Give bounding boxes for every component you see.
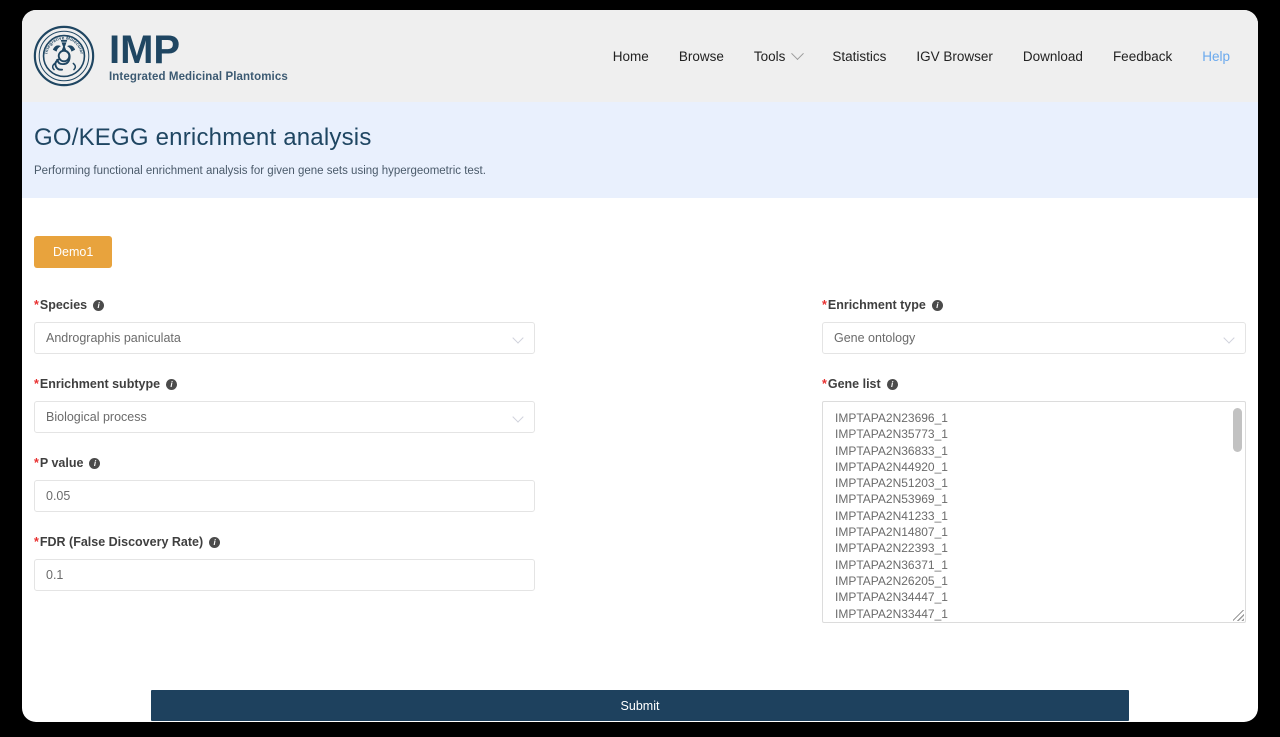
main-content: Demo1 * Species i Andrographis paniculat… — [22, 198, 1258, 721]
nav-item-feedback[interactable]: Feedback — [1098, 43, 1187, 70]
main-navigation: Home Browse Tools Statistics IGV Browser… — [598, 43, 1245, 70]
gene-list-item: IMPTAPA2N44920_1 — [835, 459, 948, 474]
chevron-down-icon — [1223, 332, 1235, 344]
p-value-text: 0.05 — [46, 489, 71, 503]
demo1-button[interactable]: Demo1 — [34, 236, 113, 268]
demo-row: Demo1 — [34, 198, 1246, 268]
gene-list-item: IMPTAPA2N26205_1 — [835, 573, 948, 588]
nav-item-statistics[interactable]: Statistics — [817, 43, 901, 70]
gene-list-item: IMPTAPA2N23696_1 — [835, 411, 948, 425]
nav-label: Help — [1202, 48, 1230, 64]
enrichment-subtype-value: Biological process — [46, 410, 147, 424]
form-column-left: * Species i Andrographis paniculata * En… — [34, 298, 535, 646]
gene-list-item: IMPTAPA2N14807_1 — [835, 525, 948, 540]
page-title: GO/KEGG enrichment analysis — [34, 124, 372, 151]
fdr-input[interactable]: 0.1 — [34, 559, 535, 591]
enrichment-type-label: * Enrichment type i — [822, 298, 1246, 312]
info-icon[interactable]: i — [886, 378, 898, 390]
gene-list-item: IMPTAPA2N36833_1 — [835, 443, 948, 458]
enrichment-subtype-select[interactable]: Biological process — [34, 401, 535, 433]
nav-label: Browse — [678, 48, 724, 64]
brand-text: IMP Integrated Medicinal Plantomics — [109, 29, 288, 84]
column-spacer — [535, 298, 822, 646]
field-p-value: * P value i 0.05 — [34, 456, 535, 512]
resize-handle-icon[interactable] — [1233, 610, 1244, 621]
p-value-label: * P value i — [34, 456, 535, 470]
required-marker: * — [34, 298, 39, 312]
gene-list-item: IMPTAPA2N33447_1 — [835, 606, 948, 621]
field-enrichment-subtype: * Enrichment subtype i Biological proces… — [34, 377, 535, 433]
nav-label: Tools — [753, 48, 786, 64]
app-page: Integrative Molecular Pharmacology IMP I… — [22, 10, 1258, 722]
info-icon[interactable]: i — [93, 299, 105, 311]
label-text: Enrichment subtype — [39, 377, 161, 391]
gene-list-item: IMPTAPA2N51203_1 — [835, 476, 948, 491]
label-text: Enrichment type — [827, 298, 926, 312]
nav-label: Statistics — [832, 48, 887, 64]
page-title-band: GO/KEGG enrichment analysis Performing f… — [22, 102, 1258, 198]
info-icon[interactable]: i — [166, 378, 178, 390]
info-icon[interactable]: i — [931, 299, 943, 311]
nav-item-home[interactable]: Home — [598, 43, 664, 70]
nav-label: Home — [612, 48, 649, 64]
nav-item-download[interactable]: Download — [1008, 43, 1098, 70]
species-value: Andrographis paniculata — [46, 331, 181, 345]
enrichment-type-value: Gene ontology — [834, 331, 916, 345]
gene-list-item: IMPTAPA2N41233_1 — [835, 508, 948, 523]
fdr-label: * FDR (False Discovery Rate) i — [34, 535, 535, 549]
page-description: Performing functional enrichment analysi… — [34, 165, 486, 177]
nav-label: Download — [1022, 48, 1083, 64]
site-header: Integrative Molecular Pharmacology IMP I… — [22, 10, 1258, 102]
gene-list-item: IMPTAPA2N34447_1 — [835, 590, 948, 605]
label-text: Species — [39, 298, 88, 312]
required-marker: * — [822, 298, 827, 312]
label-text: P value — [39, 456, 84, 470]
chevron-down-icon — [512, 411, 524, 423]
required-marker: * — [34, 377, 39, 391]
field-species: * Species i Andrographis paniculata — [34, 298, 535, 354]
gene-list-item: IMPTAPA2N35773_1 — [835, 427, 948, 442]
label-text: FDR (False Discovery Rate) — [39, 535, 204, 549]
field-gene-list: * Gene list i IMPTAPA2N23696_1 IMPTAPA2N3… — [822, 377, 1246, 623]
species-select[interactable]: Andrographis paniculata — [34, 322, 535, 354]
info-icon[interactable]: i — [89, 457, 101, 469]
nav-label: IGV Browser — [916, 48, 993, 64]
gene-list-scrollbar[interactable] — [1233, 404, 1242, 620]
nav-item-tools[interactable]: Tools — [739, 43, 818, 70]
gene-list-item: IMPTAPA2N36371_1 — [835, 557, 948, 572]
gene-list-item: IMPTAPA2N22393_1 — [835, 541, 948, 556]
brand-subtitle: Integrated Medicinal Plantomics — [109, 70, 288, 83]
gene-list-scrollbar-thumb[interactable] — [1233, 408, 1242, 452]
fdr-text: 0.1 — [46, 568, 64, 582]
nav-item-help[interactable]: Help — [1187, 43, 1245, 70]
required-marker: * — [822, 377, 827, 391]
enrichment-form: * Species i Andrographis paniculata * En… — [34, 298, 1246, 646]
label-text: Gene list — [827, 377, 881, 391]
chevron-down-icon — [512, 332, 524, 344]
submit-row: Submit — [34, 690, 1246, 721]
required-marker: * — [34, 535, 39, 549]
gene-list-content: IMPTAPA2N23696_1 IMPTAPA2N35773_1 IMPTAPA2… — [823, 402, 1245, 622]
nav-item-igv-browser[interactable]: IGV Browser — [901, 43, 1008, 70]
species-label: * Species i — [34, 298, 535, 312]
gene-list-textarea[interactable]: IMPTAPA2N23696_1 IMPTAPA2N35773_1 IMPTAPA2… — [822, 401, 1246, 623]
circular-seal-icon: Integrative Molecular Pharmacology — [33, 25, 95, 87]
required-marker: * — [34, 456, 39, 470]
enrichment-type-select[interactable]: Gene ontology — [822, 322, 1246, 354]
nav-item-browse[interactable]: Browse — [664, 43, 739, 70]
brand-title: IMP — [109, 27, 181, 72]
gene-list-item: IMPTAPA2N53969_1 — [835, 492, 948, 507]
form-column-right: * Enrichment type i Gene ontology * Gene… — [822, 298, 1246, 646]
info-icon[interactable]: i — [209, 536, 221, 548]
field-fdr: * FDR (False Discovery Rate) i 0.1 — [34, 535, 535, 591]
nav-label: Feedback — [1112, 48, 1173, 64]
enrichment-subtype-label: * Enrichment subtype i — [34, 377, 535, 391]
brand-logo[interactable]: Integrative Molecular Pharmacology IMP I… — [33, 25, 288, 87]
chevron-down-icon — [791, 46, 805, 60]
gene-list-label: * Gene list i — [822, 377, 1246, 391]
field-enrichment-type: * Enrichment type i Gene ontology — [822, 298, 1246, 354]
p-value-input[interactable]: 0.05 — [34, 480, 535, 512]
submit-button[interactable]: Submit — [151, 690, 1129, 721]
